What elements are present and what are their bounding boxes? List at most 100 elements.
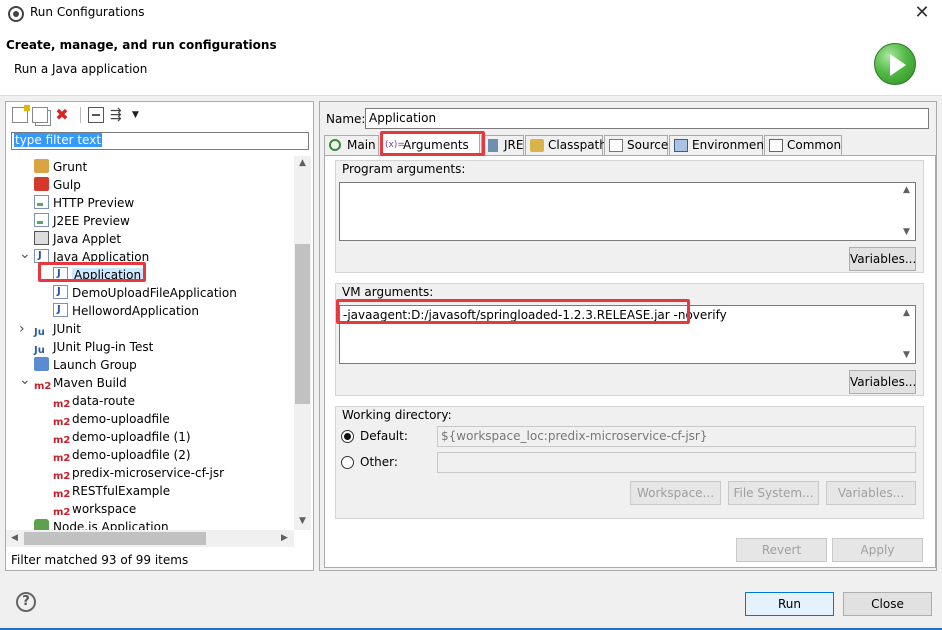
tree-hscroll-thumb[interactable]	[24, 532, 206, 545]
file-system-button[interactable]: File System...	[728, 481, 819, 505]
tab-main[interactable]: Main	[324, 135, 379, 155]
other-radio[interactable]	[341, 456, 354, 469]
tree-item[interactable]: m2 data-route	[53, 392, 135, 410]
tree-item-label: Maven Build	[53, 376, 127, 390]
expand-arrow-icon[interactable]: ⌄	[19, 247, 31, 261]
vm-arguments-field[interactable]: -javaagent:D:/javasoft/springloaded-1.2.…	[339, 305, 916, 364]
scroll-up-icon[interactable]: ▲	[294, 158, 311, 168]
close-button[interactable]: Close	[843, 592, 932, 616]
other-label: Other:	[360, 455, 398, 469]
collapse-all-icon[interactable]	[88, 107, 104, 123]
junit-icon: Ju	[34, 345, 45, 356]
arguments-tab-icon: (x)=	[385, 140, 405, 150]
tree-item[interactable]: › Ju JUnit	[19, 320, 81, 338]
revert-button[interactable]: Revert	[736, 538, 827, 562]
help-icon[interactable]: ?	[16, 592, 36, 612]
default-label: Default:	[360, 429, 408, 443]
close-window-icon[interactable]: ✕	[912, 2, 932, 23]
delete-icon[interactable]: ✖	[54, 107, 70, 123]
default-radio[interactable]	[341, 430, 354, 443]
m2-icon: m2	[53, 417, 71, 428]
source-tab-icon	[609, 139, 623, 152]
tree-item-label: data-route	[72, 394, 136, 408]
program-arguments-field[interactable]	[339, 182, 916, 241]
name-field[interactable]: Application	[365, 108, 929, 129]
tree-item[interactable]: Launch Group	[34, 356, 137, 374]
tree-item-label: JUnit Plug-in Test	[53, 340, 154, 354]
filter-icon[interactable]: ⇶	[110, 107, 126, 123]
tree-item[interactable]: DemoUploadFileApplication	[53, 283, 237, 302]
tab-environment[interactable]: Environment	[669, 135, 769, 155]
scroll-left-icon[interactable]: ◀	[6, 533, 23, 543]
tree-item[interactable]: Java Applet	[34, 230, 121, 248]
tree-item[interactable]: HellowordApplication	[53, 301, 199, 320]
tree-item-label: Java Applet	[53, 232, 122, 246]
workspace-button[interactable]: Workspace...	[630, 481, 721, 505]
tree-item[interactable]: Node.js Application	[34, 518, 169, 530]
tree-item[interactable]: Ju JUnit Plug-in Test	[34, 338, 153, 356]
header-title: Create, manage, and run configurations	[6, 38, 277, 52]
tree-item[interactable]: Application	[53, 265, 144, 284]
working-dir-variables-button[interactable]: Variables...	[826, 481, 916, 505]
new-config-icon[interactable]	[12, 105, 30, 123]
tree-item[interactable]: HTTP Preview	[34, 194, 134, 212]
tree-item[interactable]: Grunt	[34, 158, 87, 176]
apply-button[interactable]: Apply	[832, 538, 923, 562]
filter-placeholder: type filter text	[14, 133, 103, 147]
java-icon	[53, 301, 68, 319]
tree-item-label: JUnit	[53, 322, 81, 336]
dialog-header: Create, manage, and run configurations R…	[0, 28, 942, 96]
program-args-scroll-down-icon[interactable]: ▼	[898, 227, 915, 237]
program-arguments-group: Program arguments: ▲ ▼ Variables...	[335, 160, 924, 273]
m2-icon: m2	[53, 435, 71, 446]
tab-source[interactable]: Source	[604, 135, 668, 155]
tree-item-label: Gulp	[53, 178, 81, 192]
filter-input[interactable]: type filter text	[11, 132, 309, 150]
filter-status: Filter matched 93 of 99 items	[11, 553, 189, 567]
environment-tab-icon	[674, 139, 688, 152]
tree-item[interactable]: m2 demo-uploadfile (1)	[53, 428, 191, 446]
tree-item-label: Launch Group	[53, 358, 137, 372]
tab-arguments[interactable]: (x)= Arguments	[380, 133, 480, 155]
default-directory-field: ${workspace_loc:predix-microservice-cf-j…	[437, 426, 916, 447]
expand-arrow-icon[interactable]: ⌄	[19, 373, 31, 387]
toolbar-separator	[80, 107, 81, 123]
tree-item[interactable]: Gulp	[34, 176, 81, 194]
tab-jre[interactable]: JRE	[481, 135, 524, 155]
tree-item[interactable]: ⌄ Java Application	[19, 247, 150, 266]
run-button[interactable]: Run	[745, 592, 834, 616]
tree-vertical-scrollbar[interactable]: ▲ ▼	[294, 156, 311, 530]
tree-item-label: predix-microservice-cf-jsr	[72, 466, 225, 480]
tree-item[interactable]: m2 RESTfulExample	[53, 482, 170, 500]
vm-args-scroll-up-icon[interactable]: ▲	[898, 308, 915, 318]
dropdown-icon[interactable]: ▼	[132, 107, 148, 123]
vm-arguments-group: VM arguments: -javaagent:D:/javasoft/spr…	[335, 283, 924, 396]
other-directory-field[interactable]	[437, 452, 916, 473]
tree-item[interactable]: m2 workspace	[53, 500, 136, 518]
scroll-down-icon[interactable]: ▼	[294, 516, 311, 526]
tab-classpath[interactable]: Classpath	[525, 135, 607, 155]
main-tab-icon	[329, 139, 341, 151]
program-args-scroll-up-icon[interactable]: ▲	[898, 185, 915, 195]
tree-item[interactable]: m2 demo-uploadfile (2)	[53, 446, 191, 464]
program-arguments-variables-button[interactable]: Variables...	[849, 247, 916, 271]
scroll-right-icon[interactable]: ▶	[276, 533, 293, 543]
duplicate-icon[interactable]	[32, 107, 48, 123]
vm-args-scroll-down-icon[interactable]: ▼	[898, 350, 915, 360]
tree-item[interactable]: m2 demo-uploadfile	[53, 410, 170, 428]
vm-arguments-variables-button[interactable]: Variables...	[849, 370, 916, 394]
tree-item-label: HellowordApplication	[72, 304, 199, 318]
tree-item[interactable]: m2 predix-microservice-cf-jsr	[53, 464, 224, 482]
configuration-editor-panel: Name: Application Main (x)= Arguments JR…	[319, 101, 937, 571]
tree-item[interactable]: ⌄ m2 Maven Build	[19, 373, 127, 392]
tab-common[interactable]: Common	[764, 135, 842, 155]
java-icon	[53, 265, 68, 283]
tree-item-label: demo-uploadfile	[72, 412, 170, 426]
tab-main-label: Main	[347, 138, 376, 152]
configuration-tree: Grunt Gulp HTTP Preview J2EE Preview Java Ap…	[6, 156, 294, 530]
tree-horizontal-scrollbar[interactable]: ◀ ▶	[6, 530, 294, 547]
tree-scroll-thumb[interactable]	[295, 244, 310, 404]
collapse-arrow-icon[interactable]: ›	[19, 320, 25, 338]
tree-item[interactable]: J2EE Preview	[34, 212, 130, 230]
tree-item-label: Java Application	[53, 250, 150, 264]
